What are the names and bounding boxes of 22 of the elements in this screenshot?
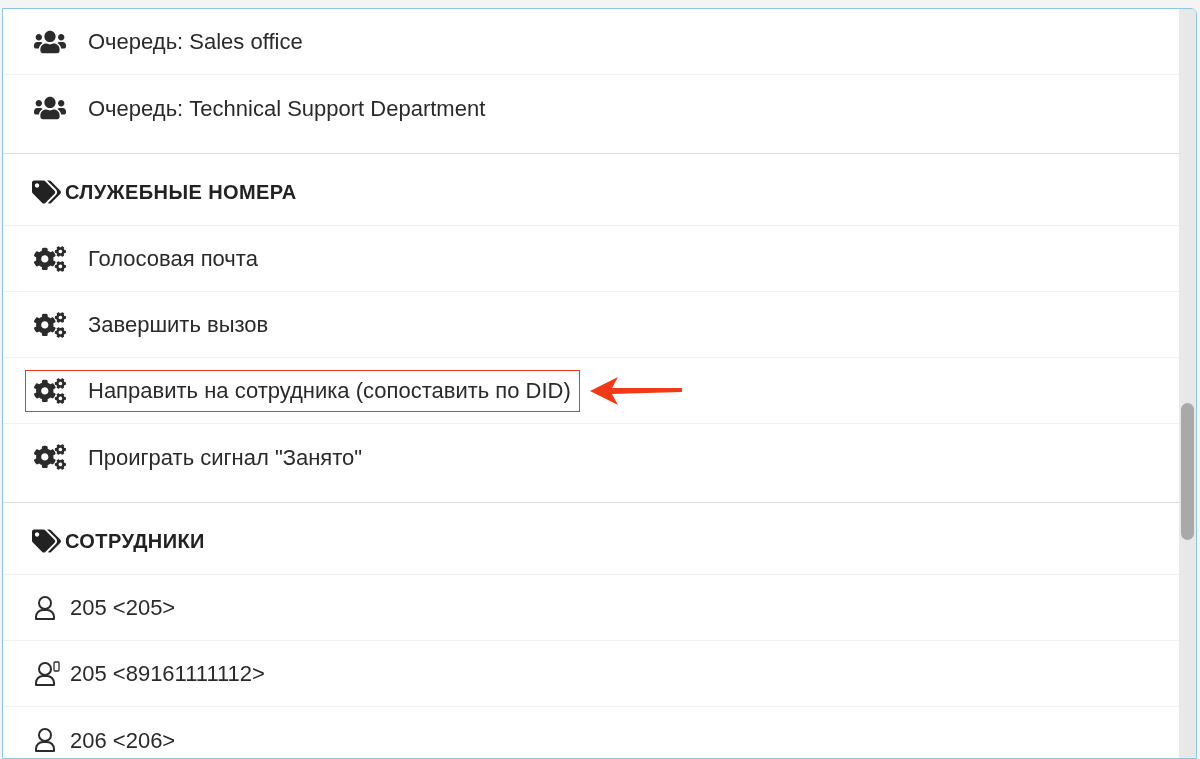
arrow-icon — [589, 376, 682, 405]
gears-icon — [34, 311, 66, 338]
list-option[interactable]: Завершить вызов — [25, 303, 278, 346]
users-icon — [34, 28, 66, 55]
scrollbar-thumb[interactable] — [1181, 403, 1194, 540]
list-option[interactable]: 205 <205> — [25, 586, 185, 629]
list-option[interactable]: Голосовая почта — [25, 237, 267, 280]
group-heading: СОТРУДНИКИ — [65, 528, 205, 554]
gears-icon — [34, 245, 66, 272]
gears-icon — [34, 444, 66, 470]
list-option[interactable]: Проиграть сигнал "Занято" — [25, 436, 372, 478]
gears-icon — [34, 377, 66, 404]
list-option[interactable]: 206 <206> — [25, 719, 185, 758]
list-option[interactable]: 205 <89161111112> — [25, 652, 274, 695]
users-icon — [34, 95, 66, 121]
user-phone-icon — [34, 660, 60, 687]
tags-icon — [32, 179, 61, 204]
list-option[interactable]: Очередь: Sales office — [25, 20, 312, 63]
tags-icon — [32, 528, 61, 553]
list-option[interactable]: Очередь: Technical Support Department — [25, 87, 495, 129]
list-option[interactable]: Направить на сотрудника (сопоставить по DID) — [25, 369, 580, 412]
group-heading: СЛУЖЕБНЫЕ НОМЕРА — [65, 179, 297, 205]
